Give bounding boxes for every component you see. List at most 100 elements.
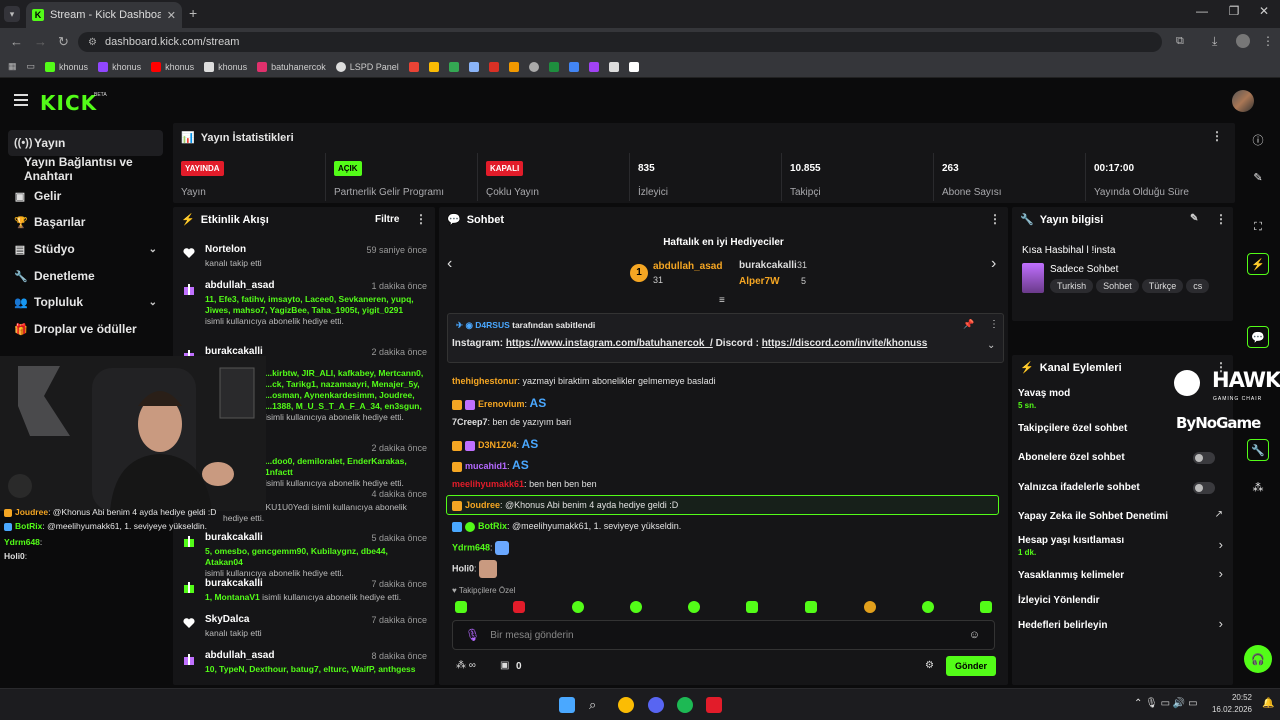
tab-search-button[interactable]: ▾: [4, 6, 20, 22]
stats-more-icon[interactable]: ⋮: [1211, 129, 1223, 143]
subs-only-toggle[interactable]: [1193, 452, 1215, 464]
donor-name[interactable]: abdullah_asad: [653, 261, 722, 272]
emote-icon[interactable]: [513, 601, 525, 613]
sidebar-item-yayin[interactable]: ((•)) Yayın: [8, 130, 163, 156]
action-raid[interactable]: İzleyici Yönlendir: [1018, 595, 1100, 606]
sidebar-item-topluluk[interactable]: 👥 Topluluk ⌄: [8, 289, 163, 315]
filter-button[interactable]: Filtre: [375, 214, 399, 225]
donor-name[interactable]: burakcakalli: [739, 260, 797, 271]
bookmark-sheet-icon[interactable]: [548, 61, 559, 72]
info-more-icon[interactable]: ⋮: [1215, 212, 1227, 226]
bolt-icon[interactable]: ⚡: [1247, 253, 1269, 275]
maximize-button[interactable]: ❐: [1218, 4, 1250, 18]
bookmark-instagram[interactable]: batuhanercok: [257, 61, 326, 72]
event-user[interactable]: burakcakalli: [205, 578, 263, 589]
tag[interactable]: Sohbet: [1096, 279, 1139, 293]
bookmark-gmail-icon[interactable]: [408, 61, 419, 72]
profile-avatar[interactable]: [1236, 34, 1250, 48]
event-user[interactable]: abdullah_asad: [205, 280, 274, 291]
emote-icon[interactable]: [864, 601, 876, 613]
bookmark-doc-icon[interactable]: [468, 61, 479, 72]
bookmark-kick[interactable]: khonus: [45, 61, 88, 72]
info-icon[interactable]: ⓘ: [1247, 129, 1269, 151]
sidebar-item-basarilar[interactable]: 🏆 Başarılar: [8, 209, 163, 235]
sidebar-item-gelir[interactable]: ▣ Gelir: [8, 183, 163, 209]
wrench-icon[interactable]: 🔧: [1247, 439, 1269, 461]
folder-icon[interactable]: ▭: [27, 61, 36, 72]
apps-icon[interactable]: ▦: [8, 61, 17, 72]
settings-gear-icon[interactable]: ⚙: [925, 660, 934, 671]
external-link-icon[interactable]: ↗: [1215, 509, 1223, 520]
chevron-left-icon[interactable]: ‹: [447, 255, 452, 273]
chevron-right-icon[interactable]: ›: [991, 255, 996, 273]
event-user[interactable]: Nortelon: [205, 244, 246, 255]
emote-icon[interactable]: [980, 601, 992, 613]
sidebar-item-stream-key[interactable]: Yayın Bağlantısı ve Anahtarı: [8, 155, 163, 183]
emoji-icon[interactable]: ☺: [969, 629, 980, 641]
chat-input[interactable]: 🎙 Bir mesaj gönderin ☺: [452, 620, 995, 650]
system-tray-icons[interactable]: ⌃ 🎙 ▭ 🔊 ▭: [1134, 698, 1198, 709]
minimize-button[interactable]: —: [1186, 4, 1218, 18]
new-tab-button[interactable]: +: [189, 5, 197, 21]
pinned-more-icon[interactable]: ⋮: [989, 319, 999, 330]
action-banned-words[interactable]: Yasaklanmış kelimeler: [1018, 570, 1124, 581]
discord-icon[interactable]: [648, 697, 664, 713]
emote-icon[interactable]: [922, 601, 934, 613]
chat-more-icon[interactable]: ⋮: [989, 212, 1001, 226]
action-subs-only[interactable]: Abonelere özel sohbet: [1018, 452, 1125, 463]
action-emotes-only[interactable]: Yalnızca ifadelerle sohbet: [1018, 482, 1140, 493]
pencil-icon[interactable]: ✎: [1247, 166, 1269, 188]
bookmark-youtube[interactable]: khonus: [151, 61, 194, 72]
bookmark-blue-icon[interactable]: [568, 61, 579, 72]
screenshot-icon[interactable]: ⛶: [1247, 216, 1269, 238]
bookmark-gmail2-icon[interactable]: [428, 61, 439, 72]
bookmark-notion-icon[interactable]: [628, 61, 639, 72]
kick-logo[interactable]: KICK: [40, 91, 97, 115]
emote-icon[interactable]: [572, 601, 584, 613]
category-thumbnail[interactable]: [1022, 263, 1044, 293]
bookmark-capcut-icon[interactable]: [608, 61, 619, 72]
event-user[interactable]: SkyDalca: [205, 614, 249, 625]
edit-pencil-icon[interactable]: ✎: [1190, 213, 1198, 224]
feed-more-icon[interactable]: ⋮: [415, 212, 427, 226]
sidebar-item-studyo[interactable]: ▤ Stüdyo ⌄: [8, 236, 163, 262]
forward-icon[interactable]: →: [34, 34, 47, 49]
chevron-right-icon[interactable]: ›: [1219, 616, 1223, 631]
emote-icon[interactable]: [455, 601, 467, 613]
windows-start-icon[interactable]: [559, 697, 575, 713]
pin-icon[interactable]: 📌: [963, 319, 974, 330]
emotes-only-toggle[interactable]: [1193, 482, 1215, 494]
url-field[interactable]: ⚙ dashboard.kick.com/stream: [78, 32, 1162, 52]
bookmark-gmail3-icon[interactable]: [448, 61, 459, 72]
action-goals[interactable]: Hedefleri belirleyin: [1018, 620, 1107, 631]
site-info-icon[interactable]: ⚙: [88, 37, 97, 48]
user-avatar[interactable]: [1232, 90, 1254, 112]
extensions-icon[interactable]: ⧉: [1176, 35, 1184, 48]
bookmark-x[interactable]: khonus: [204, 61, 247, 72]
bookmark-yellow-icon[interactable]: [528, 61, 539, 72]
action-slow-mode[interactable]: Yavaş mod 5 sn.: [1018, 388, 1070, 410]
points-icon[interactable]: ⁂ ∞: [456, 660, 476, 671]
spotify-icon[interactable]: [677, 697, 693, 713]
obs-icon[interactable]: [706, 697, 722, 713]
sidebar-item-droplar[interactable]: 🎁 Droplar ve ödüller: [8, 316, 163, 342]
clock-time[interactable]: 20:52: [1212, 693, 1252, 702]
menu-icon[interactable]: ⋮: [1262, 34, 1274, 48]
tag[interactable]: Türkçe: [1141, 279, 1184, 293]
chevron-down-icon[interactable]: ⌄: [987, 340, 995, 351]
stream-category[interactable]: Sadece Sohbet: [1050, 264, 1118, 275]
tag[interactable]: Turkish: [1050, 279, 1094, 293]
support-headset-icon[interactable]: 🎧: [1244, 645, 1272, 673]
download-icon[interactable]: ⤓: [1212, 34, 1217, 49]
emote-icon[interactable]: [630, 601, 642, 613]
bookmark-lspd[interactable]: LSPD Panel: [335, 61, 399, 72]
chat-bubble-icon[interactable]: 💬: [1247, 326, 1269, 348]
search-icon[interactable]: ⌕: [589, 697, 605, 713]
browser-tab[interactable]: K Stream - Kick Dashboard ✕: [26, 2, 182, 28]
hamburger-menu-icon[interactable]: [14, 94, 28, 106]
close-window-button[interactable]: ✕: [1248, 4, 1280, 18]
bookmark-twitch[interactable]: khonus: [98, 61, 141, 72]
clock-date[interactable]: 16.02.2026: [1205, 705, 1252, 714]
bookmark-orange-icon[interactable]: [508, 61, 519, 72]
bookmark-purple-icon[interactable]: [588, 61, 599, 72]
